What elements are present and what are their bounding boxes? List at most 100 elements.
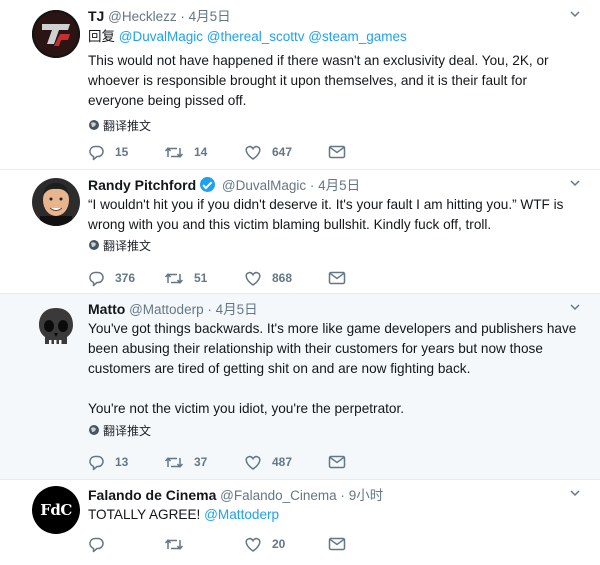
avatar-tj[interactable] (32, 10, 80, 58)
tweet-header: TJ @Hecklezz · 4月5日 (88, 7, 580, 25)
retweet-icon (164, 538, 184, 550)
retweet-icon (164, 146, 184, 158)
retweet-button[interactable]: 37 (164, 454, 244, 471)
retweet-count: 14 (194, 145, 208, 159)
tweet-actions: 15 14 647 (88, 142, 368, 162)
tweet-text-paragraph-2: You're not the victim you idiot, you're … (88, 401, 405, 416)
handle[interactable]: @Mattoderp (129, 302, 204, 317)
like-icon (245, 145, 261, 160)
caret-down-icon[interactable] (570, 178, 580, 188)
dm-button[interactable] (328, 536, 368, 552)
like-button[interactable]: 647 (244, 144, 328, 161)
timestamp[interactable]: 4月5日 (189, 9, 231, 24)
like-button[interactable]: 868 (244, 270, 328, 287)
skull-avatar-image (32, 304, 80, 352)
retweet-icon (164, 456, 184, 468)
reply-icon (89, 145, 104, 160)
retweet-button[interactable] (164, 536, 244, 553)
tweet-text: “I wouldn't hit you if you didn't deserv… (88, 197, 564, 232)
handle[interactable]: @DuvalMagic (222, 178, 306, 193)
dm-icon (328, 537, 346, 551)
handle[interactable]: @Hecklezz (108, 9, 176, 24)
reply-button[interactable]: 15 (88, 144, 164, 161)
like-button[interactable]: 20 (244, 536, 328, 553)
separator-dot: · (207, 302, 212, 317)
tweet-text: This would not have happened if there wa… (88, 53, 549, 108)
dm-button[interactable] (328, 144, 368, 160)
handle[interactable]: @Falando_Cinema (220, 488, 337, 503)
mention-link[interactable]: @steam_games (308, 29, 407, 44)
caret-down-icon[interactable] (570, 9, 580, 19)
reply-button[interactable] (88, 536, 164, 553)
like-count: 487 (272, 455, 293, 469)
display-name[interactable]: Falando de Cinema (88, 487, 216, 503)
tweet-actions: 13 37 487 (88, 452, 368, 472)
tweet-header: Matto @Mattoderp · 4月5日 (88, 300, 580, 318)
retweet-count: 37 (194, 455, 208, 469)
like-button[interactable]: 487 (244, 454, 328, 471)
avatar-tj-image (32, 10, 80, 58)
reply-icon (89, 537, 104, 552)
translate-label: 翻译推文 (103, 238, 152, 253)
retweet-button[interactable]: 14 (164, 144, 244, 161)
translate-tweet-link[interactable]: 翻译推文 (88, 117, 580, 133)
avatar-falando-de-cinema[interactable]: FdC (32, 486, 80, 534)
globe-icon (89, 425, 99, 435)
reply-count: 13 (115, 455, 129, 469)
translate-tweet-link[interactable]: 翻译推文 (88, 237, 580, 253)
tweet-tj[interactable]: TJ @Hecklezz · 4月5日 回复 @DuvalMagic @ther… (0, 0, 600, 170)
mention-link[interactable]: @DuvalMagic (119, 29, 203, 44)
tweet-actions: 20 (88, 534, 368, 554)
dm-button[interactable] (328, 270, 368, 286)
retweet-count: 51 (194, 271, 208, 285)
like-icon (245, 537, 261, 552)
dm-icon (328, 455, 346, 469)
translate-label: 翻译推文 (103, 118, 152, 133)
tweet-matto[interactable]: Matto @Mattoderp · 4月5日 You've got thing… (0, 294, 600, 480)
separator-dot: · (309, 178, 315, 193)
avatar-logo-text: FdC (40, 501, 72, 519)
display-name[interactable]: Matto (88, 301, 125, 317)
globe-icon (89, 120, 99, 130)
retweet-button[interactable]: 51 (164, 270, 244, 287)
timestamp[interactable]: 9小时 (349, 488, 384, 503)
tweet-thread: TJ @Hecklezz · 4月5日 回复 @DuvalMagic @ther… (0, 0, 600, 565)
like-icon (245, 455, 261, 470)
dm-button[interactable] (328, 454, 368, 470)
dm-icon (328, 271, 346, 285)
timestamp[interactable]: 4月5日 (318, 178, 360, 193)
reply-count: 376 (115, 271, 136, 285)
timestamp[interactable]: 4月5日 (216, 302, 258, 317)
like-icon (245, 271, 261, 286)
translate-tweet-link[interactable]: 翻译推文 (88, 422, 580, 438)
like-count: 868 (272, 271, 293, 285)
globe-icon (89, 240, 99, 250)
tweet-falando-de-cinema[interactable]: FdC Falando de Cinema @Falando_Cinema · … (0, 480, 600, 565)
tweet-text: TOTALLY AGREE! @Mattoderp (88, 505, 580, 525)
avatar-randy-pitchford[interactable] (32, 178, 80, 226)
tweet-header: Falando de Cinema @Falando_Cinema · 9小时 (88, 486, 580, 504)
reply-button[interactable]: 376 (88, 270, 164, 287)
avatar-photo (32, 178, 80, 226)
avatar-matto[interactable] (32, 304, 80, 352)
separator-dot: · (340, 488, 345, 503)
tweet-header: Randy Pitchford @DuvalMagic · 4月5日 (88, 176, 580, 194)
caret-down-icon[interactable] (570, 302, 580, 312)
display-name[interactable]: TJ (88, 8, 104, 24)
translate-label: 翻译推文 (103, 423, 152, 438)
tweet-randy-pitchford[interactable]: Randy Pitchford @DuvalMagic · 4月5日 “I wo… (0, 170, 600, 294)
dm-icon (328, 145, 346, 159)
tweet-actions: 376 51 868 (88, 268, 368, 288)
like-count: 647 (272, 145, 293, 159)
reply-context: 回复 @DuvalMagic @thereal_scottv @steam_ga… (88, 28, 580, 46)
display-name[interactable]: Randy Pitchford (88, 177, 196, 193)
retweet-icon (164, 272, 184, 284)
reply-button[interactable]: 13 (88, 454, 164, 471)
mention-link[interactable]: @Mattoderp (204, 507, 279, 522)
like-count: 20 (272, 537, 286, 551)
verified-badge-icon (200, 177, 216, 192)
reply-icon (89, 455, 104, 470)
mention-link[interactable]: @thereal_scottv (207, 29, 305, 44)
caret-down-icon[interactable] (570, 488, 580, 498)
separator-dot: · (180, 9, 185, 24)
